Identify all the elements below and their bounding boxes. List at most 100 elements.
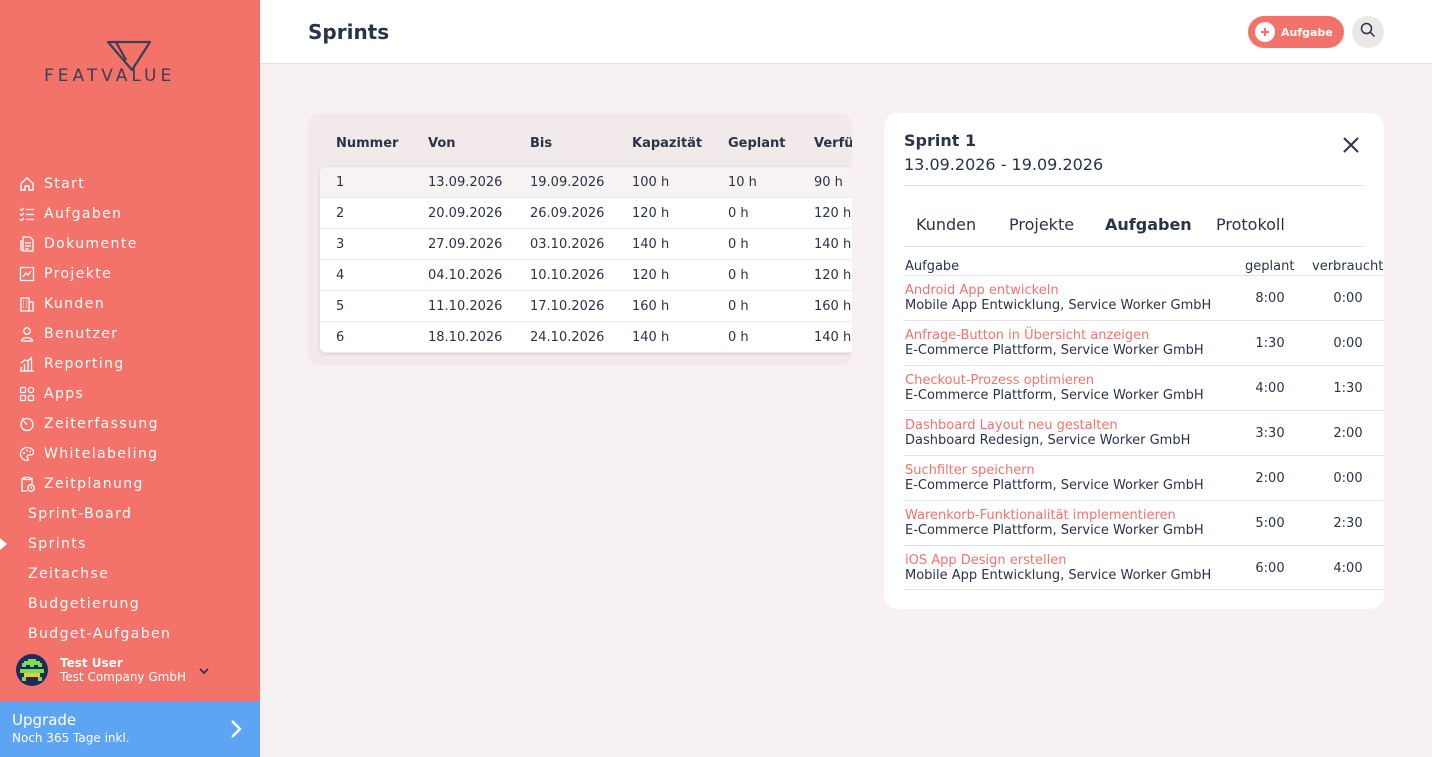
cell-nummer: 2 (336, 206, 345, 221)
task-link[interactable]: Dashboard Layout neu gestalten (905, 418, 1118, 433)
task-project: Dashboard Redesign, Service Worker GmbH (905, 433, 1191, 448)
sidebar-subitem-budget-aufgaben[interactable]: Budget-Aufgaben (0, 619, 260, 649)
table-row[interactable]: 4 04.10.2026 10.10.2026 120 h 0 h 120 h (320, 260, 852, 291)
close-icon[interactable] (1342, 136, 1360, 158)
task-used: 0:00 (1333, 471, 1363, 486)
search-icon (1360, 22, 1376, 42)
task-planned: 5:00 (1255, 516, 1285, 531)
search-button[interactable] (1352, 16, 1384, 48)
add-task-label: Aufgabe (1281, 25, 1333, 39)
sidebar: FEATVALUE Start Aufgaben Dokumente Proje… (0, 0, 260, 757)
table-row[interactable]: 2 20.09.2026 26.09.2026 120 h 0 h 120 h (320, 198, 852, 229)
sidebar-item-label: Benutzer (44, 326, 119, 342)
list-item: Warenkorb-Funktionalität implementieren … (904, 500, 1384, 545)
tasks-header: Aufgabe geplant verbraucht (904, 259, 1384, 275)
cell-geplant: 0 h (728, 237, 749, 252)
list-item: Dashboard Layout neu gestalten Dashboard… (904, 410, 1384, 455)
task-project: E-Commerce Plattform, Service Worker Gmb… (905, 388, 1204, 403)
cell-geplant: 10 h (728, 175, 757, 190)
cell-geplant: 0 h (728, 206, 749, 221)
cell-bis: 10.10.2026 (530, 268, 605, 283)
task-link[interactable]: Suchfilter speichern (905, 463, 1035, 478)
column-header-aufgabe: Aufgabe (905, 259, 960, 274)
sidebar-item-projekte[interactable]: Projekte (0, 259, 260, 289)
table-row[interactable]: 1 13.09.2026 19.09.2026 100 h 10 h 90 h (320, 167, 852, 198)
cell-geplant: 0 h (728, 299, 749, 314)
task-project: Mobile App Entwicklung, Service Worker G… (905, 298, 1212, 313)
task-link[interactable]: Warenkorb-Funktionalität implementieren (905, 508, 1176, 523)
task-link[interactable]: Checkout-Prozess optimieren (905, 373, 1094, 388)
cell-kapazitaet: 160 h (632, 299, 670, 314)
column-header-bis[interactable]: Bis (530, 136, 552, 151)
cell-nummer: 6 (336, 330, 345, 345)
task-used: 2:00 (1333, 426, 1363, 441)
sidebar-item-whitelabeling[interactable]: Whitelabeling (0, 439, 260, 469)
chevron-down-icon[interactable] (198, 662, 210, 681)
user-icon (17, 324, 37, 344)
sidebar-item-zeitplanung[interactable]: Zeitplanung (0, 469, 260, 499)
tab-protokoll[interactable]: Protokoll (1216, 215, 1285, 234)
sidebar-item-reporting[interactable]: Reporting (0, 349, 260, 379)
column-header-geplant[interactable]: Geplant (728, 136, 786, 151)
sidebar-item-label: Zeitachse (28, 566, 110, 582)
table-row[interactable]: 6 18.10.2026 24.10.2026 140 h 0 h 140 h (320, 322, 852, 353)
sidebar-subitem-zeitachse[interactable]: Zeitachse (0, 559, 260, 589)
task-used: 2:30 (1333, 516, 1363, 531)
task-planned: 6:00 (1255, 561, 1285, 576)
avatar (16, 654, 48, 686)
cell-verfuegbar: 90 h (814, 175, 843, 190)
sprint-title: Sprint 1 (904, 131, 977, 150)
table-row[interactable]: 5 11.10.2026 17.10.2026 160 h 0 h 160 h (320, 291, 852, 322)
cell-von: 18.10.2026 (428, 330, 503, 345)
cell-nummer: 3 (336, 237, 345, 252)
sidebar-item-dokumente[interactable]: Dokumente (0, 229, 260, 259)
palette-icon (17, 444, 37, 464)
task-used: 0:00 (1333, 336, 1363, 351)
task-used: 0:00 (1333, 291, 1363, 306)
add-task-button[interactable]: Aufgabe (1248, 16, 1344, 48)
sidebar-item-apps[interactable]: Apps (0, 379, 260, 409)
tab-aufgaben[interactable]: Aufgaben (1105, 215, 1192, 234)
task-link[interactable]: iOS App Design erstellen (905, 553, 1066, 568)
sidebar-subitem-sprint-board[interactable]: Sprint-Board (0, 499, 260, 529)
cell-nummer: 4 (336, 268, 345, 283)
document-icon (17, 234, 37, 254)
task-project: E-Commerce Plattform, Service Worker Gmb… (905, 478, 1204, 493)
apps-grid-icon (17, 384, 37, 404)
upgrade-title: Upgrade (12, 711, 77, 729)
column-header-verfuegbar[interactable]: Verfü (814, 136, 852, 151)
sidebar-item-label: Zeitplanung (44, 476, 144, 492)
home-icon (17, 174, 37, 194)
sidebar-item-benutzer[interactable]: Benutzer (0, 319, 260, 349)
task-project: E-Commerce Plattform, Service Worker Gmb… (905, 523, 1204, 538)
plus-icon (1255, 22, 1275, 42)
user-menu[interactable]: Test User Test Company GmbH (16, 652, 246, 688)
column-header-nummer[interactable]: Nummer (336, 136, 398, 151)
tab-kunden[interactable]: Kunden (916, 215, 976, 234)
list-item: Android App entwickeln Mobile App Entwic… (904, 275, 1384, 320)
sidebar-subitem-budgetierung[interactable]: Budgetierung (0, 589, 260, 619)
sidebar-item-label: Budget-Aufgaben (28, 626, 172, 642)
sidebar-item-aufgaben[interactable]: Aufgaben (0, 199, 260, 229)
column-header-verbraucht: verbraucht (1312, 259, 1384, 274)
sidebar-item-label: Dokumente (44, 236, 138, 252)
sidebar-item-start[interactable]: Start (0, 169, 260, 199)
cell-kapazitaet: 100 h (632, 175, 670, 190)
sidebar-item-kunden[interactable]: Kunden (0, 289, 260, 319)
checklist-icon (17, 204, 37, 224)
sidebar-item-label: Apps (44, 386, 85, 402)
upgrade-banner[interactable]: Upgrade Noch 365 Tage inkl. (0, 701, 260, 757)
sidebar-subitem-sprints[interactable]: Sprints (0, 529, 260, 559)
cell-verfuegbar: 120 h (814, 268, 852, 283)
table-header: Nummer Von Bis Kapazität Geplant Verfü (308, 113, 852, 167)
column-header-von[interactable]: Von (428, 136, 456, 151)
task-link[interactable]: Android App entwickeln (905, 283, 1059, 298)
sidebar-item-zeiterfassung[interactable]: Zeiterfassung (0, 409, 260, 439)
table-row[interactable]: 3 27.09.2026 03.10.2026 140 h 0 h 140 h (320, 229, 852, 260)
logo[interactable]: FEATVALUE (44, 40, 216, 100)
task-link[interactable]: Anfrage-Button in Übersicht anzeigen (905, 328, 1149, 343)
tab-projekte[interactable]: Projekte (1009, 215, 1074, 234)
column-header-kapazitaet[interactable]: Kapazität (632, 136, 702, 151)
user-company: Test Company GmbH (60, 670, 186, 684)
cell-bis: 17.10.2026 (530, 299, 605, 314)
